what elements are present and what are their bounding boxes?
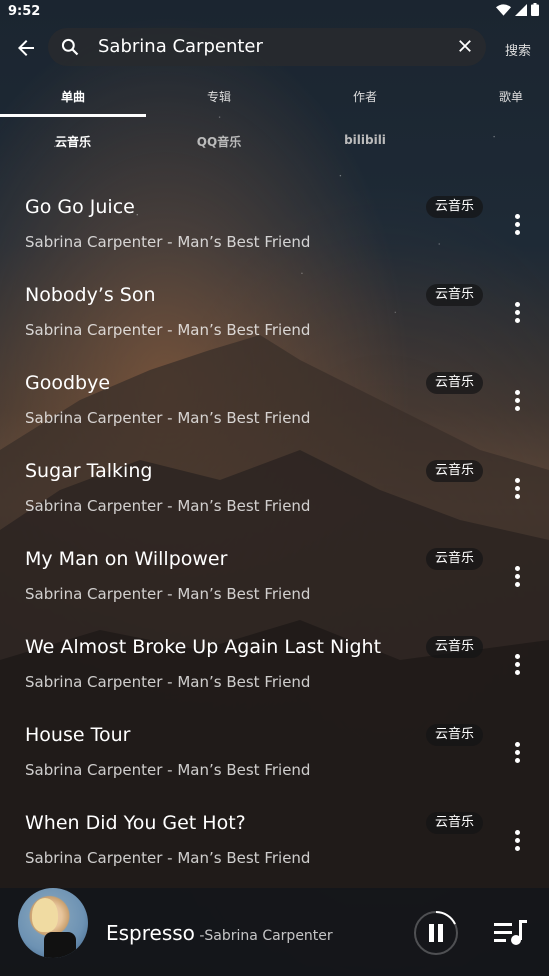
- song-title: Sugar Talking: [25, 460, 153, 482]
- pause-button[interactable]: [413, 910, 459, 956]
- source-tab-qq[interactable]: QQ音乐: [146, 133, 292, 150]
- search-icon: [61, 38, 79, 56]
- source-badge: 云音乐: [425, 548, 483, 570]
- more-options-icon[interactable]: [513, 212, 521, 236]
- cover-figure-dress: [44, 932, 76, 958]
- song-row[interactable]: We Almost Broke Up Again Last Night Sabr…: [0, 620, 549, 708]
- cover-figure-hair: [32, 898, 58, 932]
- album-cover[interactable]: [18, 888, 88, 958]
- status-time: 9:52: [8, 4, 41, 19]
- song-title: House Tour: [25, 724, 131, 746]
- status-bar: 9:52: [0, 0, 549, 24]
- more-options-icon[interactable]: [513, 564, 521, 588]
- more-options-icon[interactable]: [513, 740, 521, 764]
- search-field[interactable]: Sabrina Carpenter: [48, 28, 486, 66]
- more-options-icon[interactable]: [513, 652, 521, 676]
- source-badge: 云音乐: [425, 724, 483, 746]
- status-icons: [496, 3, 539, 16]
- search-input[interactable]: Sabrina Carpenter: [98, 36, 263, 57]
- search-button[interactable]: 搜索: [505, 40, 531, 59]
- song-row[interactable]: Go Go Juice Sabrina Carpenter - Man’s Be…: [0, 180, 549, 268]
- tab-playlists[interactable]: 歌单: [438, 88, 549, 105]
- song-subtitle: Sabrina Carpenter - Man’s Best Friend: [25, 233, 311, 251]
- pause-icon: [429, 924, 434, 942]
- more-options-icon[interactable]: [513, 828, 521, 852]
- clear-icon[interactable]: [456, 37, 474, 55]
- more-options-icon[interactable]: [513, 388, 521, 412]
- source-tabs: 云音乐 QQ音乐 bilibili: [0, 130, 549, 154]
- song-subtitle: Sabrina Carpenter - Man’s Best Friend: [25, 409, 311, 427]
- song-title: When Did You Get Hot?: [25, 812, 246, 834]
- source-badge: 云音乐: [425, 372, 483, 394]
- song-title: Nobody’s Son: [25, 284, 156, 306]
- source-tab-netease[interactable]: 云音乐: [0, 133, 146, 150]
- battery-icon: [531, 3, 539, 16]
- now-playing-artist: -Sabrina Carpenter: [194, 928, 333, 944]
- song-subtitle: Sabrina Carpenter - Man’s Best Friend: [25, 673, 311, 691]
- signal-icon: [515, 3, 527, 16]
- source-badge: 云音乐: [425, 284, 483, 306]
- more-options-icon[interactable]: [513, 300, 521, 324]
- song-title: Go Go Juice: [25, 196, 135, 218]
- search-bar: Sabrina Carpenter 搜索: [0, 28, 549, 68]
- source-tab-bilibili[interactable]: bilibili: [292, 133, 438, 147]
- source-badge: 云音乐: [425, 196, 483, 218]
- song-subtitle: Sabrina Carpenter - Man’s Best Friend: [25, 497, 311, 515]
- song-list: Go Go Juice Sabrina Carpenter - Man’s Be…: [0, 180, 549, 884]
- song-subtitle: Sabrina Carpenter - Man’s Best Friend: [25, 761, 311, 779]
- song-title: Goodbye: [25, 372, 111, 394]
- wifi-icon: [496, 3, 511, 16]
- song-subtitle: Sabrina Carpenter - Man’s Best Friend: [25, 849, 311, 867]
- song-row[interactable]: Goodbye Sabrina Carpenter - Man’s Best F…: [0, 356, 549, 444]
- now-playing-info[interactable]: Espresso -Sabrina Carpenter: [106, 921, 333, 945]
- category-tabs: 单曲 专辑 作者 歌单: [0, 76, 549, 117]
- tab-artists[interactable]: 作者: [292, 88, 438, 105]
- more-options-icon[interactable]: [513, 476, 521, 500]
- song-subtitle: Sabrina Carpenter - Man’s Best Friend: [25, 585, 311, 603]
- tab-songs[interactable]: 单曲: [0, 88, 146, 105]
- now-playing-title: Espresso: [106, 921, 195, 945]
- source-badge: 云音乐: [425, 460, 483, 482]
- mini-player[interactable]: Espresso -Sabrina Carpenter: [0, 888, 549, 976]
- song-row[interactable]: When Did You Get Hot? Sabrina Carpenter …: [0, 796, 549, 884]
- song-row[interactable]: House Tour Sabrina Carpenter - Man’s Bes…: [0, 708, 549, 796]
- source-badge: 云音乐: [425, 812, 483, 834]
- source-badge: 云音乐: [425, 636, 483, 658]
- song-row[interactable]: My Man on Willpower Sabrina Carpenter - …: [0, 532, 549, 620]
- song-title: My Man on Willpower: [25, 548, 228, 570]
- song-subtitle: Sabrina Carpenter - Man’s Best Friend: [25, 321, 311, 339]
- song-title: We Almost Broke Up Again Last Night: [25, 636, 382, 658]
- tab-indicator: [0, 114, 146, 117]
- song-row[interactable]: Nobody’s Son Sabrina Carpenter - Man’s B…: [0, 268, 549, 356]
- tab-albums[interactable]: 专辑: [146, 88, 292, 105]
- playlist-icon[interactable]: [494, 920, 528, 946]
- song-row[interactable]: Sugar Talking Sabrina Carpenter - Man’s …: [0, 444, 549, 532]
- back-arrow-icon[interactable]: [14, 36, 38, 60]
